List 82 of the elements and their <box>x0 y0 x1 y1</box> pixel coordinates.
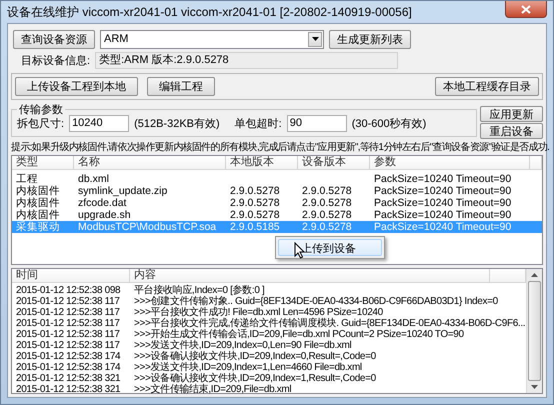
split-size-input[interactable]: 10240 <box>69 114 130 132</box>
cache-folder-button[interactable]: 本地工程缓存目录 <box>435 77 539 96</box>
target-info-field: 类型:ARM 版本:2.9.0.5278 <box>95 52 398 69</box>
table-cell: 2015-01-12 12:52:38 174 <box>16 351 120 362</box>
scrollbar[interactable] <box>526 269 542 393</box>
table-cell: >>>文件传输结束,ID=209,File=db.xml <box>134 384 292 395</box>
timeout-hint: (30-600秒有效) <box>352 116 426 130</box>
table-cell: 2.9.0.5278 <box>302 209 352 221</box>
table-cell: db.xml <box>78 173 109 185</box>
table-cell: 2015-01-12 12:52:38 321 <box>16 373 120 384</box>
scroll-up-icon[interactable] <box>531 273 538 277</box>
dropdown-button[interactable] <box>308 32 322 46</box>
table-cell: 2.9.0.5278 <box>230 185 280 197</box>
table-cell: >>>设备确认接收文件块,ID=209,Index=0,Result=,Code=0 <box>134 351 376 362</box>
generate-list-button[interactable]: 生成更新列表 <box>329 30 411 48</box>
file-row[interactable]: 内核固件 symlink_update.zip 2.9.0.5278 2.9.0.5278 PackSize=10240 Timeout=90 <box>12 185 542 197</box>
table-cell: symlink_update.zip <box>78 185 168 197</box>
table-cell: 2015-01-12 12:52:38 117 <box>16 307 120 318</box>
table-cell: 2015-01-12 12:52:38 117 <box>16 318 120 329</box>
table-cell: >>>发送文件块,ID=209,Index=0,Len=90 File=db.xml <box>134 340 352 351</box>
table-cell: >>>发送文件块,ID=209,Index=1,Len=4660 File=db.xml <box>134 362 362 373</box>
table-cell: PackSize=10240 Timeout=90 <box>374 185 512 197</box>
table-cell: 内核固件 <box>16 197 60 209</box>
table-cell: 2015-01-12 12:52:38 321 <box>16 384 120 395</box>
split-size-label: 拆包尺寸: <box>17 116 64 130</box>
table-cell: 内核固件 <box>16 185 60 197</box>
target-info-label: 目标设备信息: <box>21 54 90 68</box>
file-row[interactable]: 内核固件 upgrade.sh 2.9.0.5278 2.9.0.5278 PackSize=10240 Timeout=90 <box>12 209 542 221</box>
scroll-down-icon[interactable] <box>531 385 538 389</box>
table-cell: 平台接收响应,Index=0 [参数:0 ] <box>134 285 264 296</box>
project-button[interactable]: 上传设备工程到本地 <box>15 77 138 96</box>
table-cell: 2.9.0.5278 <box>302 185 352 197</box>
action-button[interactable]: 重启设备 <box>480 123 543 139</box>
hint-text: 提示:如果升级内核固件,请依次操作更新内核固件的所有模块,完成后请点击"应用更新",等待1分钟左右后"查询设备资源"验证是否成功. <box>11 141 550 154</box>
column-header[interactable]: 本地版本 <box>226 156 298 169</box>
column-header[interactable]: 内容 <box>130 269 490 282</box>
table-cell: PackSize=10240 Timeout=90 <box>374 209 512 221</box>
table-cell: PackSize=10240 Timeout=90 <box>374 173 512 185</box>
table-cell: >>>创建文件传输对象.. Guid={8EF134DE-0EA0-4334-B06D-C9F66DAB03D1} Index=0 <box>134 296 498 307</box>
table-cell: 2.9.0.5278 <box>230 209 280 221</box>
group-title: 传输参数 <box>17 102 65 117</box>
table-cell: >>>平台接收文件成功! File=db.xml Len=4596 PSize=10240 <box>134 307 383 318</box>
table-cell: >>>设备确认接收文件块,ID=209,Index=1,Result=,Code=0 <box>134 373 376 384</box>
table-cell: 2.9.0.5278 <box>230 197 280 209</box>
table-cell: zfcode.dat <box>78 197 126 209</box>
table-cell: upgrade.sh <box>78 209 131 221</box>
query-button[interactable]: 查询设备资源 <box>13 30 95 48</box>
column-header[interactable]: 时间 <box>12 269 130 282</box>
table-cell: 2.9.0.5278 <box>302 197 352 209</box>
table-cell: 2015-01-12 12:52:38 117 <box>16 329 120 340</box>
table-cell: >>>平台接收文件完成,传递给文件传输调度模块. Guid={8EF134DE-0EA0-4334-B06D-C9F6... <box>134 318 526 329</box>
table-cell: 采集驱动 <box>16 221 60 233</box>
table-cell: 内核固件 <box>16 209 60 221</box>
column-header[interactable]: 参数 <box>370 156 530 169</box>
timeout-label: 单包超时: <box>234 116 282 130</box>
dropdown-value: ARM <box>103 33 130 45</box>
timeout-input[interactable]: 90 <box>286 114 347 132</box>
close-icon <box>521 4 531 14</box>
table-cell: PackSize=10240 Timeout=90 <box>374 197 512 209</box>
table-cell: 2.9.0.5185 <box>230 221 280 233</box>
column-header[interactable]: 名称 <box>74 156 226 169</box>
scrollbar-thumb[interactable] <box>528 281 541 381</box>
column-header[interactable]: 设备版本 <box>298 156 370 169</box>
caret-icon <box>312 37 318 41</box>
split-size-hint: (512B-32KB有效) <box>134 116 220 130</box>
table-cell: PackSize=10240 Timeout=90 <box>374 221 512 233</box>
column-header[interactable]: 类型 <box>12 156 74 169</box>
table-cell: 2015-01-12 12:52:38 174 <box>16 362 120 373</box>
window-title: 设备在线维护 viccom-xr2041-01 viccom-xr2041-01 [2-20802-140919-00056] <box>7 4 413 20</box>
file-row[interactable]: 内核固件 zfcode.dat 2.9.0.5278 2.9.0.5278 PackSize=10240 Timeout=90 <box>12 197 542 209</box>
table-cell: 2.9.0.5278 <box>302 221 352 233</box>
close-button[interactable] <box>505 1 547 18</box>
file-row[interactable]: 工程 db.xml PackSize=10240 Timeout=90 <box>12 173 542 185</box>
action-button[interactable]: 应用更新 <box>480 106 543 122</box>
table-cell: ModbusTCP\ModbusTCP.soa <box>78 221 216 233</box>
table-cell: >>>开始生成文件传输会话,ID=209,File=db.xml PCount=2 PSize=10240 TO=90 <box>134 329 464 340</box>
table-cell: 2015-01-12 12:52:38 117 <box>16 340 120 351</box>
project-button[interactable]: 编辑工程 <box>147 77 215 96</box>
device-type-dropdown[interactable]: ARM <box>100 30 324 48</box>
table-cell: 2015-01-12 12:52:38 098 <box>16 285 120 296</box>
table-cell: 2015-01-12 12:52:38 117 <box>16 296 120 307</box>
table-cell: 工程 <box>16 173 38 185</box>
